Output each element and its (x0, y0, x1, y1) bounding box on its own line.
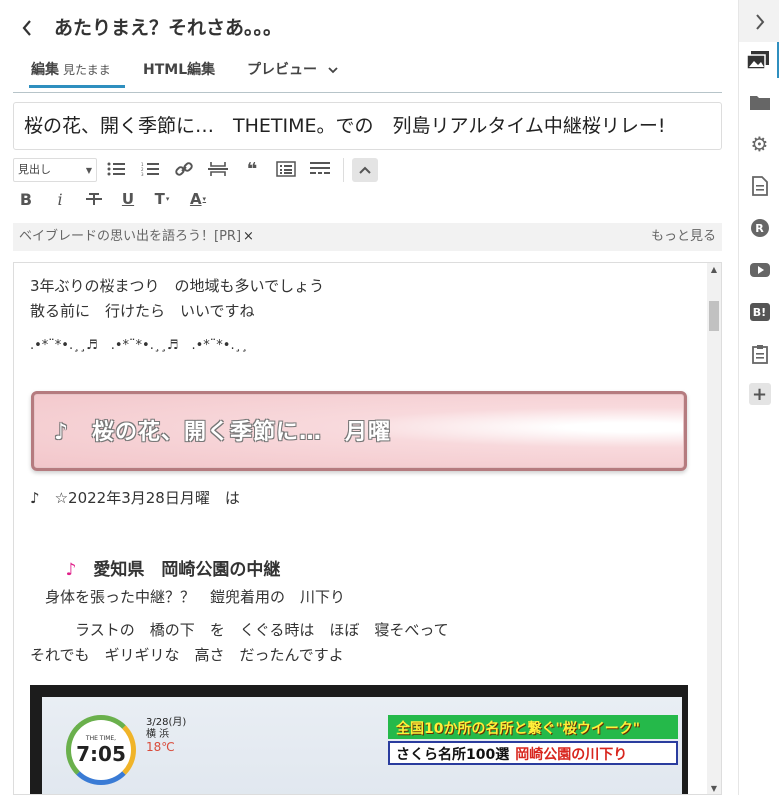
font-color-icon[interactable]: A ▾ (185, 186, 211, 212)
sidebar-add-button[interactable]: + (739, 376, 779, 412)
toolbar-separator (343, 158, 344, 182)
sidebar-document-button[interactable] (739, 168, 779, 204)
scroll-thumb[interactable] (709, 301, 719, 331)
clipboard-icon (751, 345, 768, 364)
tab-html[interactable]: HTML編集 (143, 60, 215, 88)
sidebar-clipboard-button[interactable] (739, 336, 779, 372)
editor-header: あたりまえ？それさあ。。。 (0, 0, 730, 56)
weather-widget: 3/28(月) 横 浜 18℃ (146, 717, 186, 753)
table-of-contents-icon[interactable] (273, 156, 299, 182)
sidebar-settings-button[interactable]: ⚙ (739, 126, 779, 162)
toolbar-row-2: B i U T ▾ A ▾ (13, 186, 722, 214)
more-link[interactable]: もっと見る (651, 228, 716, 246)
pr-bar: ベイブレードの思い出を語ろう！[PR] × もっと見る (13, 223, 722, 251)
back-button[interactable] (20, 14, 40, 42)
body-line: ♪ ☆2022年3月28日月曜 は (30, 489, 240, 507)
numbered-list-icon[interactable]: 123 (137, 156, 163, 182)
pr-link[interactable]: ベイブレードの思い出を語ろう！[PR] (19, 229, 241, 244)
page-title: あたりまえ？それさあ。。。 (54, 17, 283, 39)
youtube-icon (749, 263, 770, 277)
tab-edit-sub: 見たまま (63, 63, 111, 77)
bullet-list-icon[interactable] (103, 156, 129, 182)
svg-text:3: 3 (141, 172, 144, 176)
decoration-line: .•*¨*•.¸¸♬ .•*¨*•.¸¸♬ .•*¨*•.¸¸ (30, 338, 248, 353)
telop-top: 全国10か所の名所と繋ぐ"桜ウイーク" (388, 715, 678, 739)
editor-scrollbar[interactable]: ▲ ▼ (707, 263, 721, 794)
tab-preview-label: プレビュー (247, 62, 317, 78)
collapse-icon (359, 166, 371, 174)
font-size-label: T (154, 190, 165, 208)
scroll-down-icon[interactable]: ▼ (709, 784, 719, 794)
sidebar-folder-button[interactable] (739, 84, 779, 120)
collapse-toolbar-button[interactable] (352, 158, 378, 182)
weather-temp: 18℃ (146, 740, 175, 754)
hatena-bookmark-icon: B! (749, 303, 770, 321)
sidebar-image-button[interactable] (739, 42, 779, 78)
toolbar-row-1: 見出し ▼ 123 ❝ (13, 156, 722, 184)
section-heading-text: 愛知県 岡崎公園の中継 (93, 560, 281, 580)
banner-text: ♪ 桜の花、開く季節に… 月曜 (54, 420, 392, 445)
document-icon (751, 176, 768, 196)
right-sidebar: ⚙ R B! + (738, 0, 779, 795)
link-icon[interactable] (171, 156, 197, 182)
italic-icon[interactable]: i (47, 186, 73, 212)
tab-preview[interactable]: プレビュー (247, 60, 338, 88)
gear-icon: ⚙ (750, 132, 769, 156)
sidebar-hatena-button[interactable]: B! (739, 294, 779, 330)
folder-icon (749, 96, 770, 110)
editor-tabs: 編集 見たまま HTML編集 プレビュー (13, 56, 722, 93)
sidebar-toggle-button[interactable] (739, 4, 779, 40)
tab-edit[interactable]: 編集 見たまま (29, 60, 125, 88)
clock-brand: THE TIME, (85, 734, 117, 742)
body-line: 3年ぶりの桜まつり の地域も多いでしょう (30, 277, 325, 295)
font-color-label: A (189, 190, 202, 208)
editor-area[interactable]: 3年ぶりの桜まつり の地域も多いでしょう 散る前に 行けたら いいですね .•*… (13, 262, 722, 795)
chevron-down-icon (328, 67, 338, 74)
pr-close-button[interactable]: × (243, 229, 254, 244)
quote-icon[interactable]: ❝ (239, 156, 265, 182)
heading-select-value: 見出し (18, 163, 51, 176)
chevron-left-icon (22, 20, 31, 36)
sidebar-r-button[interactable]: R (739, 210, 779, 246)
tab-html-label: HTML編集 (143, 62, 216, 78)
music-note-icon: ♪ (65, 560, 77, 580)
telop-bottom: さくら名所100選 岡崎公園の川下り (388, 741, 678, 765)
scroll-up-icon[interactable]: ▲ (709, 265, 719, 275)
read-more-icon[interactable] (307, 156, 333, 182)
body-line: それでも ギリギリな 高さ だったんですよ (30, 646, 344, 664)
body-line: 散る前に 行けたら いいですね (30, 302, 255, 320)
strikethrough-icon[interactable] (81, 186, 107, 212)
horizontal-rule-icon[interactable] (205, 156, 231, 182)
r-badge-icon: R (750, 219, 769, 237)
title-input[interactable]: 桜の花、開く季節に… THETIME。での 列島リアルタイム中継桜リレー! (13, 102, 722, 150)
heading-banner: ♪ 桜の花、開く季節に… 月曜 (31, 391, 687, 471)
tv-photo[interactable]: THE TIME, 7:05 3/28(月) 横 浜 18℃ 全国10か所の名所… (30, 685, 688, 794)
underline-icon[interactable]: U (115, 186, 141, 212)
select-arrow-icon: ▼ (85, 166, 92, 175)
sidebar-youtube-button[interactable] (739, 252, 779, 288)
bold-icon[interactable]: B (13, 186, 39, 212)
plus-icon: + (748, 383, 771, 405)
weather-date: 3/28(月) (146, 717, 187, 728)
body-line: ラストの 橋の下 を くぐる時は ほぼ 寝そべって (30, 621, 449, 639)
heading-select[interactable]: 見出し ▼ (13, 158, 97, 182)
body-line: 身体を張った中継？？ 鎧兜着用の 川下り (30, 588, 346, 606)
tv-screen: THE TIME, 7:05 3/28(月) 横 浜 18℃ 全国10か所の名所… (42, 697, 682, 794)
telop-bottom-left: さくら名所100選 (396, 747, 510, 763)
telop-bottom-right: 岡崎公園の川下り (515, 747, 628, 763)
tab-edit-label: 編集 (31, 62, 59, 78)
chevron-right-icon (755, 14, 764, 30)
clock-widget: THE TIME, 7:05 (66, 715, 136, 785)
font-size-icon[interactable]: T ▾ (149, 186, 175, 212)
image-icon (747, 51, 769, 69)
clock-time: 7:05 (76, 741, 126, 766)
